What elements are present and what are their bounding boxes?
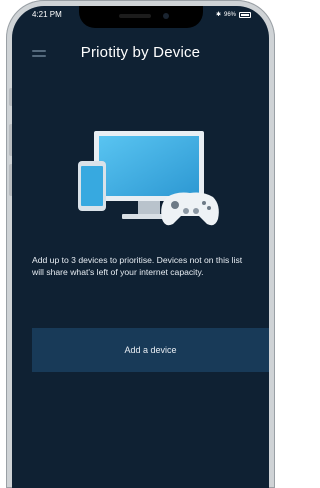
phone-icon <box>78 161 106 211</box>
devices-illustration-icon <box>78 131 219 226</box>
battery-percent: 96% <box>223 11 236 18</box>
app-screen: 4:21 PM ✱ 96% Priotity by Device Add up … <box>12 6 269 488</box>
speaker <box>118 14 151 18</box>
phone-frame: 4:21 PM ✱ 96% Priotity by Device Add up … <box>6 0 275 488</box>
battery-icon <box>239 11 251 18</box>
front-camera <box>162 13 169 19</box>
add-device-button[interactable]: Add a device <box>32 328 269 372</box>
bluetooth-icon: ✱ <box>215 12 221 18</box>
status-icons: ✱ 96% <box>216 11 251 18</box>
status-time: 4:21 PM <box>32 10 62 19</box>
game-controller-icon <box>161 192 219 226</box>
notch <box>78 6 203 28</box>
page-title: Priotity by Device <box>80 44 201 61</box>
description-text: Add up to 3 devices to prioritise. Devic… <box>32 255 243 277</box>
